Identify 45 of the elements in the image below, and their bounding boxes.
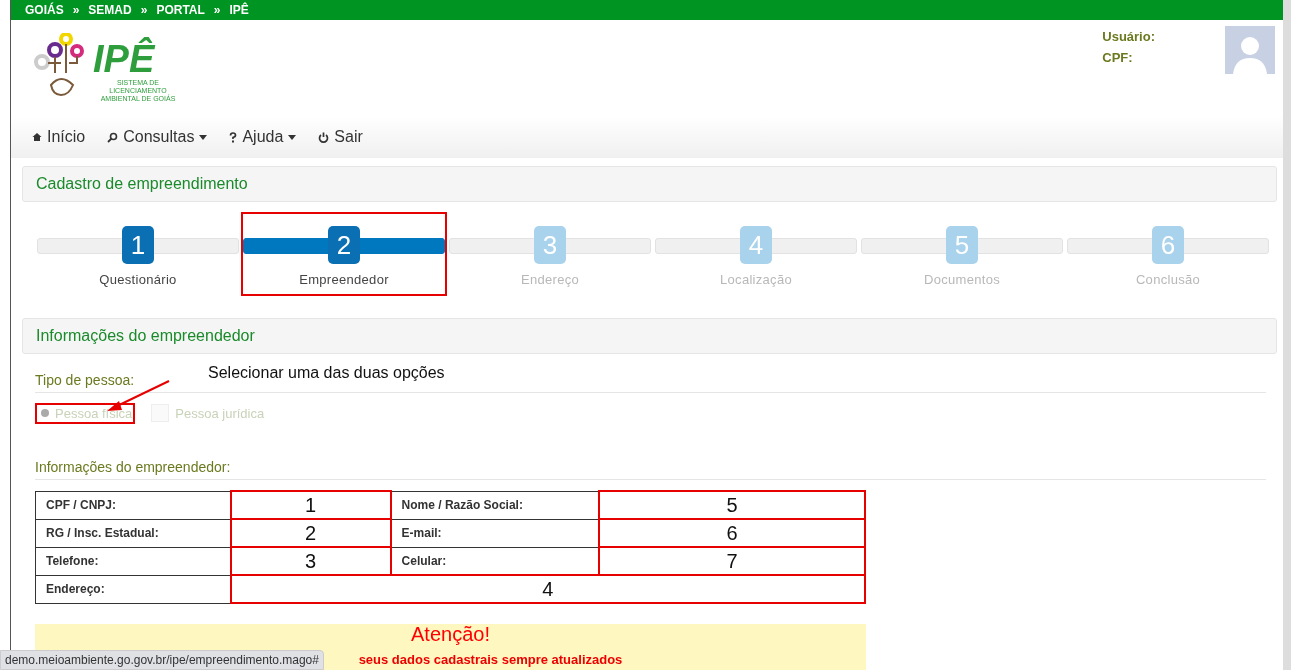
- avatar-silhouette: [1225, 26, 1275, 74]
- field-label-cell: Endereço:: [35, 575, 231, 603]
- annotated-value-cell: 2: [230, 519, 391, 547]
- help-icon: [229, 131, 238, 143]
- annotated-value-cell: 6: [599, 519, 865, 547]
- breadcrumb-item[interactable]: PORTAL: [156, 3, 205, 17]
- step-label: Conclusão: [1135, 272, 1201, 287]
- nav-menu-item[interactable]: Início: [32, 128, 86, 146]
- subsection-title: Informações do empreendedor:: [35, 459, 1266, 480]
- field-label-cell: RG / Insc. Estadual:: [35, 519, 231, 547]
- breadcrumb-item[interactable]: SEMAD: [88, 3, 132, 17]
- annotated-value-cell: 7: [599, 547, 865, 575]
- field-label-cell: Nome / Razão Social:: [390, 491, 599, 519]
- search-icon: [107, 131, 119, 143]
- annotated-value-cell: 4: [230, 575, 865, 603]
- nav-menu-item[interactable]: Ajuda: [229, 128, 297, 146]
- annotation-text: Selecionar uma das duas opções: [208, 364, 445, 382]
- step-label: Localização: [720, 272, 792, 287]
- breadcrumb-item[interactable]: IPÊ: [229, 3, 249, 17]
- breadcrumb-separator: »: [213, 3, 221, 17]
- warning-text: seus dados cadastrais sempre atualizados: [358, 652, 623, 667]
- step-number[interactable]: 1: [122, 226, 154, 264]
- user-info-label: Usuário:: [1102, 29, 1155, 44]
- power-icon: [318, 131, 330, 143]
- annotated-value-cell: 3: [230, 547, 391, 575]
- step-label: Questionário: [99, 272, 177, 287]
- annotated-value-cell: 1: [230, 491, 391, 519]
- link-status-bar: demo.meioambiente.go.gov.br/ipe/empreendimento.mago#: [0, 650, 324, 670]
- home-icon: [32, 132, 42, 142]
- annotated-value-cell: 5: [599, 491, 865, 519]
- step-label: Empreendedor: [299, 272, 389, 287]
- step-label: Documentos: [924, 272, 1000, 287]
- nav-menu-item[interactable]: Sair: [318, 128, 363, 146]
- user-info-label: CPF:: [1102, 50, 1134, 65]
- breadcrumb-item[interactable]: GOIÁS: [25, 3, 64, 17]
- step-label: Endereço: [520, 272, 580, 287]
- breadcrumb-separator: »: [140, 3, 148, 17]
- warning-title: Atenção!: [411, 623, 490, 646]
- field-label-cell: CPF / CNPJ:: [35, 491, 231, 519]
- breadcrumb-separator: »: [72, 3, 80, 17]
- nav-menu-item[interactable]: Consultas: [107, 128, 208, 146]
- step-number[interactable]: 2: [328, 226, 360, 264]
- page-title: Cadastro de empreendimento: [36, 175, 248, 193]
- field-label-cell: Telefone:: [35, 547, 231, 575]
- section-title: Informações do empreendedor: [36, 327, 255, 345]
